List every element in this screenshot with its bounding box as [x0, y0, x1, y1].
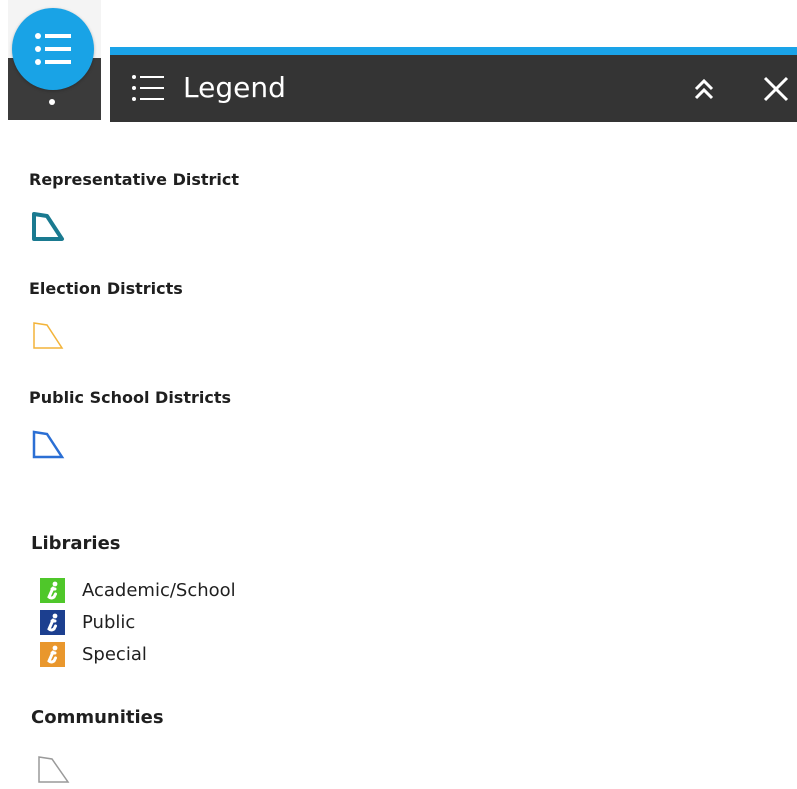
info-icon: [40, 609, 65, 635]
polygon-swatch-public-school-districts: [32, 430, 65, 459]
double-chevron-up-icon[interactable]: [690, 75, 718, 103]
panel-title: Legend: [183, 71, 286, 104]
layer-title-representative-district: Representative District: [29, 170, 240, 189]
layer-title-election-districts: Election Districts: [29, 279, 183, 298]
layer-title-libraries: Libraries: [31, 533, 121, 554]
page-indicator-dot: [49, 99, 55, 105]
library-item-public: Public: [40, 609, 135, 635]
legend-toggle-button[interactable]: [12, 8, 94, 90]
layer-title-public-school-districts: Public School Districts: [29, 388, 231, 407]
list-icon: [35, 33, 71, 65]
polygon-swatch-election-districts: [33, 322, 64, 349]
library-item-label: Special: [82, 643, 147, 665]
polygon-swatch-communities: [38, 756, 70, 783]
close-icon[interactable]: [760, 73, 792, 105]
legend-panel-header: Legend: [110, 55, 797, 122]
library-item-label: Academic/School: [82, 579, 236, 601]
info-icon: [40, 641, 65, 667]
library-item-academic-school: Academic/School: [40, 577, 236, 603]
library-item-label: Public: [82, 611, 136, 633]
header-accent-bar: [110, 47, 797, 55]
polygon-swatch-representative-district: [32, 212, 64, 241]
library-item-special: Special: [40, 641, 147, 667]
list-icon: [132, 75, 164, 101]
info-icon: [40, 577, 65, 603]
layer-title-communities: Communities: [31, 707, 164, 728]
